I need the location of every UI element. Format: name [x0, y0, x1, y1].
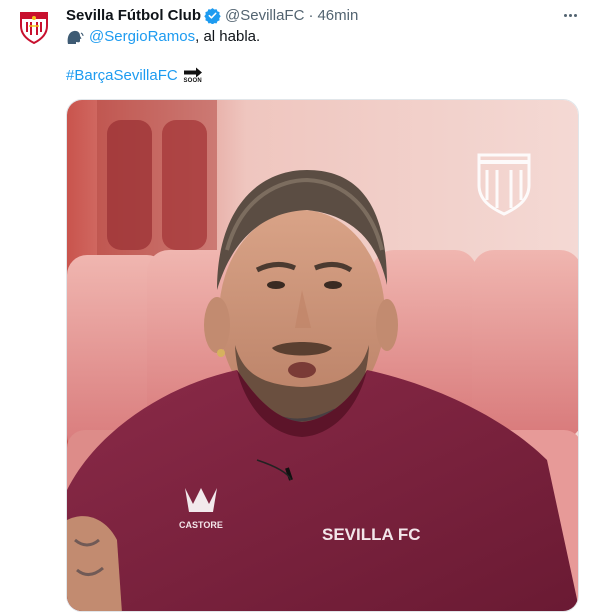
shirt-club-text: SEVILLA FC: [322, 525, 421, 544]
more-dot: [563, 13, 567, 17]
soon-arrow-icon: [183, 67, 202, 78]
verified-badge-icon: [204, 7, 221, 24]
avatar[interactable]: [14, 7, 54, 47]
video-frame: CASTORE SEVILLA FC: [67, 100, 578, 611]
timestamp[interactable]: 46min: [317, 7, 358, 24]
tweet: Sevilla Fútbol Club @SevillaFC · 46min @…: [0, 0, 597, 616]
sevilla-crest-icon: [20, 12, 48, 44]
user-handle[interactable]: @SevillaFC: [225, 7, 304, 24]
tweet-header: Sevilla Fútbol Club @SevillaFC · 46min: [66, 5, 358, 25]
tweet-media-video[interactable]: CASTORE SEVILLA FC: [66, 99, 579, 612]
separator-dot: ·: [308, 6, 314, 24]
soon-emoji: SOON: [182, 67, 204, 85]
shirt-brand-text: CASTORE: [179, 520, 223, 530]
more-dot: [568, 13, 572, 17]
soon-text: SOON: [183, 78, 202, 84]
mention-link[interactable]: @SergioRamos: [89, 27, 195, 47]
tweet-text-line-2: #BarçaSevillaFC SOON: [66, 66, 204, 86]
more-dot: [573, 13, 577, 17]
display-name[interactable]: Sevilla Fútbol Club: [66, 7, 201, 24]
hashtag-link[interactable]: #BarçaSevillaFC: [66, 66, 178, 86]
tweet-text-line-1: @SergioRamos , al habla.: [66, 27, 260, 47]
more-options-button[interactable]: [560, 6, 580, 24]
tweet-text: , al habla.: [195, 28, 261, 45]
speaking-head-icon: [67, 30, 84, 44]
